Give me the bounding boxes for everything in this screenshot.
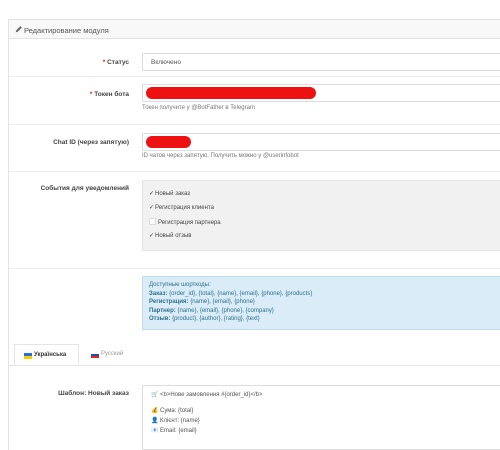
row-divider <box>9 76 500 77</box>
russia-flag-icon <box>91 352 99 358</box>
row-divider <box>9 171 500 172</box>
row-divider <box>9 124 500 125</box>
status-label: * Статус <box>102 59 129 66</box>
pencil-icon <box>15 26 22 33</box>
shortcode-line: Партнер: {name}, {email}, {phone}, {comp… <box>149 307 274 314</box>
shortcode-line: Отзыв: {product}, {author}, {rating}, {t… <box>149 316 260 323</box>
shortcode-line: Регистрация: {name}, {email}, {phone} <box>149 299 255 306</box>
events-checkbox-group: ✓Новый заказ ✓Регистрация клиента Регист… <box>142 180 500 251</box>
status-select[interactable]: Включено <box>142 53 500 71</box>
checkbox-empty-icon <box>149 218 156 225</box>
money-bag-icon: 💰 <box>151 408 159 414</box>
panel-heading: Редактирование модуля <box>8 19 500 39</box>
shortcode-line: Заказ: {order_id}, {total}, {name}, {ema… <box>149 290 313 297</box>
chat-id-input[interactable] <box>142 133 500 151</box>
chat-id-label: Chat ID (через запятую) <box>53 139 129 146</box>
template-line: 💰 Сума: {total} <box>151 408 194 414</box>
shopping-cart-icon: 🛒 <box>151 392 159 398</box>
token-help: Токен получите у @BotFather в Telegram <box>142 105 255 111</box>
template-line: 📧 Email: {email} <box>151 428 197 434</box>
ukraine-flag-icon <box>24 353 32 359</box>
chat-id-help: ID чатов через запятую. Получить можно у… <box>142 153 299 159</box>
template-line: 👤 Клієнт: {name} <box>151 418 200 424</box>
template-label: Шаблон: Новый заказ <box>58 390 129 397</box>
template-textarea[interactable]: 🛒 <b>Нове замовлення #{order_id}</b> 💰 Сум… <box>142 385 500 450</box>
events-label: События для уведомлений <box>40 185 129 192</box>
shortcodes-info-box: Доступные шорткоды: Заказ: {order_id}, {… <box>142 276 500 330</box>
checkbox-new-review[interactable]: ✓Новый отзыв <box>149 232 191 239</box>
shortcodes-title: Доступные шорткоды: <box>149 282 211 288</box>
token-label: * Токен бота <box>89 91 129 98</box>
user-icon: 👤 <box>151 418 159 424</box>
checkbox-partner-registration[interactable]: Регистрация партнера <box>149 218 221 226</box>
panel-title: Редактирование модуля <box>24 26 109 35</box>
row-divider <box>9 268 500 269</box>
tab-russian[interactable]: Русский <box>82 344 132 365</box>
checkbox-new-order[interactable]: ✓Новый заказ <box>149 190 190 197</box>
template-line: 🛒 <b>Нове замовлення #{order_id}</b> <box>151 392 263 398</box>
checkbox-client-registration[interactable]: ✓Регистрация клиента <box>149 204 214 211</box>
email-icon: 📧 <box>151 428 159 434</box>
redacted-token <box>146 87 316 99</box>
tab-ukrainian[interactable]: Українська <box>14 344 79 365</box>
language-tabs: Українська Русский <box>9 344 500 366</box>
redacted-chat-id <box>146 136 191 148</box>
